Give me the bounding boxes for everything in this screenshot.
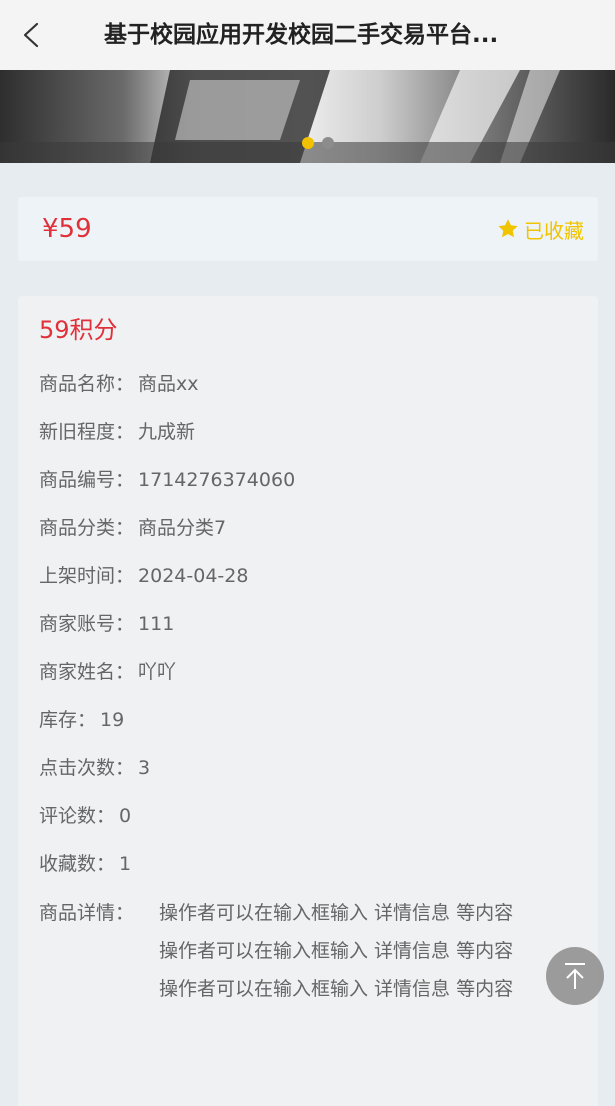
info-value: 111 xyxy=(138,613,175,635)
info-list: 商品名称： 商品xx 新旧程度： 九成新 商品编号： 1714276374060… xyxy=(39,366,579,1008)
info-value: 1714276374060 xyxy=(138,469,296,491)
favorite-label: 已收藏 xyxy=(524,218,584,243)
description-line: 操作者可以在输入框输入 详情信息 等内容 xyxy=(159,940,514,962)
back-to-top-button[interactable] xyxy=(546,947,604,1005)
info-value: 2024-04-28 xyxy=(138,565,249,587)
product-info-card: 59积分 商品名称： 商品xx 新旧程度： 九成新 商品编号： 17142763… xyxy=(18,296,598,1106)
info-label: 库存： xyxy=(39,709,97,731)
carousel-dot[interactable] xyxy=(322,137,334,149)
info-row-category: 商品分类： 商品分类7 xyxy=(39,510,579,558)
info-row-listed-date: 上架时间： 2024-04-28 xyxy=(39,558,579,606)
info-value: 0 xyxy=(119,805,132,827)
carousel-dot[interactable] xyxy=(302,137,314,149)
product-image xyxy=(0,70,615,163)
description-line: 操作者可以在输入框输入 详情信息 等内容 xyxy=(159,902,514,924)
favorite-button[interactable]: 已收藏 xyxy=(496,197,584,261)
info-label: 商家账号： xyxy=(39,613,135,635)
info-row-description: 商品详情： 操作者可以在输入框输入 详情信息 等内容 操作者可以在输入框输入 详… xyxy=(39,894,579,1008)
info-value: 1 xyxy=(119,853,132,875)
info-value: 商品分类7 xyxy=(138,517,227,539)
chevron-left-icon xyxy=(23,22,39,48)
description-text: 操作者可以在输入框输入 详情信息 等内容 操作者可以在输入框输入 详情信息 等内… xyxy=(159,894,559,1008)
info-value: 19 xyxy=(100,709,125,731)
top-navbar: 基于校园应用开发校园二手交易平台... xyxy=(0,0,615,70)
back-button[interactable] xyxy=(16,18,46,52)
info-value: 吖吖 xyxy=(138,661,177,683)
info-row-merchant-account: 商家账号： 111 xyxy=(39,606,579,654)
info-label: 商家姓名： xyxy=(39,661,135,683)
info-row-merchant-name: 商家姓名： 吖吖 xyxy=(39,654,579,702)
info-value: 商品xx xyxy=(138,373,199,395)
info-row-stock: 库存： 19 xyxy=(39,702,579,750)
info-value: 九成新 xyxy=(138,421,196,443)
info-label: 评论数： xyxy=(39,805,116,827)
info-row-clicks: 点击次数： 3 xyxy=(39,750,579,798)
info-label: 商品名称： xyxy=(39,373,135,395)
info-label: 商品编号： xyxy=(39,469,135,491)
carousel-indicator xyxy=(302,137,334,149)
info-row-name: 商品名称： 商品xx xyxy=(39,366,579,414)
points-value: 59积分 xyxy=(39,316,118,344)
page-title: 基于校园应用开发校园二手交易平台... xyxy=(104,22,499,48)
info-value: 3 xyxy=(138,757,151,779)
info-row-favorites: 收藏数： 1 xyxy=(39,846,579,894)
info-label: 点击次数： xyxy=(39,757,135,779)
info-label: 商品分类： xyxy=(39,517,135,539)
description-line: 操作者可以在输入框输入 详情信息 等内容 xyxy=(159,978,514,1000)
info-label: 新旧程度： xyxy=(39,421,135,443)
info-row-condition: 新旧程度： 九成新 xyxy=(39,414,579,462)
arrow-up-icon xyxy=(565,963,585,989)
info-label: 收藏数： xyxy=(39,853,116,875)
product-image-carousel[interactable] xyxy=(0,70,615,163)
price-value: ¥59 xyxy=(42,214,92,244)
star-icon xyxy=(498,219,518,238)
info-label: 上架时间： xyxy=(39,565,135,587)
info-row-comments: 评论数： 0 xyxy=(39,798,579,846)
price-card: ¥59 已收藏 xyxy=(18,197,598,261)
info-row-id: 商品编号： 1714276374060 xyxy=(39,462,579,510)
info-label: 商品详情： xyxy=(39,902,135,924)
product-detail-page: 基于校园应用开发校园二手交易平台... ¥59 已收藏 59积分 商品名称： 商… xyxy=(0,0,615,1106)
